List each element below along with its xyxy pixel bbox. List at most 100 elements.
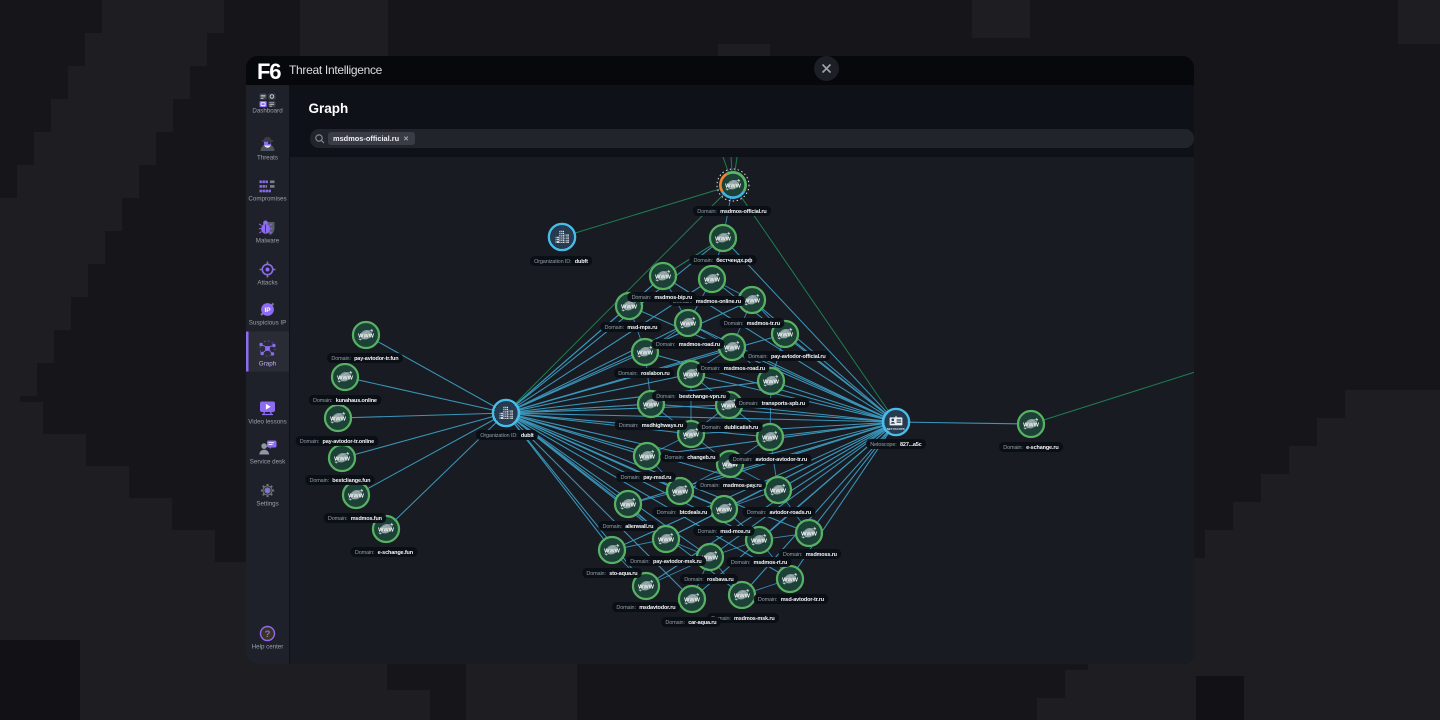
- svg-text:WWW: WWW: [330, 416, 347, 422]
- svg-text:msdmos-road.ru: msdmos-road.ru: [723, 366, 764, 372]
- svg-text:Domain:: Domain:: [701, 425, 721, 431]
- svg-text:WWW: WWW: [658, 537, 675, 543]
- svg-text:msdavtodor.ru: msdavtodor.ru: [639, 605, 675, 611]
- svg-text:WWW: WWW: [378, 527, 395, 533]
- svg-text:avtodor-avtodor-tr.ru: avtodor-avtodor-tr.ru: [755, 457, 807, 463]
- svg-text:Domain:: Domain:: [693, 258, 713, 264]
- svg-text:IP: IP: [264, 306, 271, 313]
- svg-text:WWW: WWW: [762, 435, 779, 441]
- svg-text:Domain:: Domain:: [656, 510, 676, 516]
- svg-text:WWW: WWW: [683, 372, 700, 378]
- svg-text:Dashboard: Dashboard: [252, 107, 283, 114]
- svg-text:WWW: WWW: [770, 488, 787, 494]
- svg-text:roslabon.ru: roslabon.ru: [641, 371, 670, 377]
- svg-text:Domain:: Domain:: [354, 550, 374, 556]
- svg-text:Domain:: Domain:: [631, 295, 651, 301]
- svg-text:Compromises: Compromises: [248, 195, 286, 202]
- svg-text:Domain:: Domain:: [620, 475, 640, 481]
- svg-text:Domain:: Domain:: [1003, 445, 1023, 451]
- svg-text:Domain:: Domain:: [331, 356, 351, 362]
- svg-text:WWW: WWW: [744, 298, 761, 304]
- svg-text:Domain:: Domain:: [630, 559, 650, 565]
- svg-text:changeb.ru: changeb.ru: [687, 455, 715, 461]
- svg-text:msdmos-road.ru: msdmos-road.ru: [678, 342, 719, 348]
- svg-text:WWW: WWW: [680, 321, 697, 327]
- svg-text:WWW: WWW: [684, 597, 701, 603]
- svg-text:Domain:: Domain:: [746, 510, 766, 516]
- svg-text:car-aqua.ru: car-aqua.ru: [688, 620, 716, 626]
- svg-text:Attacks: Attacks: [257, 279, 277, 286]
- svg-text:Suspicious IP: Suspicious IP: [249, 319, 287, 326]
- svg-text:Graph: Graph: [259, 360, 277, 367]
- svg-text:Domain:: Domain:: [313, 398, 333, 404]
- svg-text:msdmos-bip.ru: msdmos-bip.ru: [654, 295, 692, 301]
- svg-text:Domain:: Domain:: [782, 552, 802, 558]
- svg-text:kunahaus.online: kunahaus.online: [335, 398, 376, 404]
- svg-text:WWW: WWW: [337, 375, 354, 381]
- svg-text:bestchange-vpn.ru: bestchange-vpn.ru: [679, 394, 726, 400]
- svg-text:WWW: WWW: [334, 456, 351, 462]
- svg-text:WWW: WWW: [621, 304, 638, 310]
- svg-text:WWW: WWW: [763, 379, 780, 385]
- svg-text:Domain:: Domain:: [697, 529, 717, 535]
- svg-text:WWW: WWW: [672, 489, 689, 495]
- svg-text:бестчендх.рф: бестчендх.рф: [716, 257, 752, 264]
- svg-text:827...a5c: 827...a5c: [900, 442, 922, 448]
- svg-text:Domain:: Domain:: [655, 342, 675, 348]
- svg-text:Domain:: Domain:: [723, 321, 743, 327]
- svg-text:WWW: WWW: [358, 333, 375, 339]
- svg-text:msdmos-msk.ru: msdmos-msk.ru: [734, 616, 775, 622]
- svg-text:rosbava.ru: rosbava.ru: [707, 577, 734, 583]
- svg-text:Domain:: Domain:: [665, 620, 685, 626]
- svg-text:Domain:: Domain:: [700, 483, 720, 489]
- svg-text:msdmoss.ru: msdmoss.ru: [805, 552, 836, 558]
- svg-text:WWW: WWW: [639, 454, 656, 460]
- svg-text:Domain:: Domain:: [618, 423, 638, 429]
- svg-text:WWW: WWW: [777, 332, 794, 338]
- svg-text:sto-aqua.ru: sto-aqua.ru: [609, 571, 637, 577]
- svg-text:WWW: WWW: [348, 493, 365, 499]
- svg-text:WWW: WWW: [715, 236, 732, 242]
- svg-text:WWW: WWW: [683, 432, 700, 438]
- svg-text:pay-avtodor-msk.ru: pay-avtodor-msk.ru: [653, 559, 702, 565]
- svg-text:Domain:: Domain:: [748, 354, 768, 360]
- svg-text:Settings: Settings: [256, 500, 278, 507]
- svg-text:Domain:: Domain:: [616, 605, 636, 611]
- svg-text:Domain:: Domain:: [299, 439, 319, 445]
- svg-text:Organization ID:: Organization ID:: [480, 433, 518, 439]
- svg-text:WWW: WWW: [604, 548, 621, 554]
- svg-text:Video lessons: Video lessons: [248, 418, 286, 425]
- svg-text:WWW: WWW: [643, 402, 660, 408]
- svg-text:WWW: WWW: [724, 345, 741, 351]
- svg-text:pay-avtodor-tr.fun: pay-avtodor-tr.fun: [354, 356, 399, 362]
- svg-text:WWW: WWW: [716, 507, 733, 513]
- svg-text:msd-avtodor-tr.ru: msd-avtodor-tr.ru: [780, 597, 823, 603]
- svg-text:dublt: dublt: [520, 433, 533, 439]
- svg-text:Domain:: Domain:: [738, 401, 758, 407]
- svg-text:Domain:: Domain:: [732, 457, 752, 463]
- svg-text:WWW: WWW: [751, 538, 768, 544]
- svg-text:msd-mps.ru: msd-mps.ru: [627, 325, 657, 331]
- svg-text:dubft: dubft: [574, 259, 587, 265]
- svg-text:WWW: WWW: [638, 584, 655, 590]
- svg-text:WWW: WWW: [801, 531, 818, 537]
- svg-text:transports-spb.ru: transports-spb.ru: [761, 401, 804, 407]
- svg-text:dublicatish.ru: dublicatish.ru: [724, 425, 758, 431]
- svg-text:NETOSCOPE: NETOSCOPE: [886, 427, 904, 431]
- svg-text:msdmos-tr.ru: msdmos-tr.ru: [746, 321, 779, 327]
- svg-text:msdmos-online.ru: msdmos-online.ru: [695, 299, 740, 305]
- svg-text:Service desk: Service desk: [250, 458, 286, 465]
- svg-text:msd-mos.ru: msd-mos.ru: [720, 529, 750, 535]
- svg-text:WWW: WWW: [637, 350, 654, 356]
- svg-text:WWW: WWW: [655, 274, 672, 280]
- svg-text:msdmos.fun: msdmos.fun: [350, 516, 382, 522]
- svg-text:Domain:: Domain:: [664, 455, 684, 461]
- svg-text:Threats: Threats: [257, 154, 278, 161]
- svg-text:bestcliange.fun: bestcliange.fun: [332, 478, 371, 484]
- svg-text:Domain:: Domain:: [684, 577, 704, 583]
- svg-text:btcdeals.ru: btcdeals.ru: [679, 510, 707, 516]
- svg-text:Domain:: Domain:: [730, 560, 750, 566]
- svg-text:Domain:: Domain:: [757, 597, 777, 603]
- svg-text:avtodor-roads.ru: avtodor-roads.ru: [769, 510, 811, 516]
- svg-text:Malware: Malware: [256, 237, 280, 244]
